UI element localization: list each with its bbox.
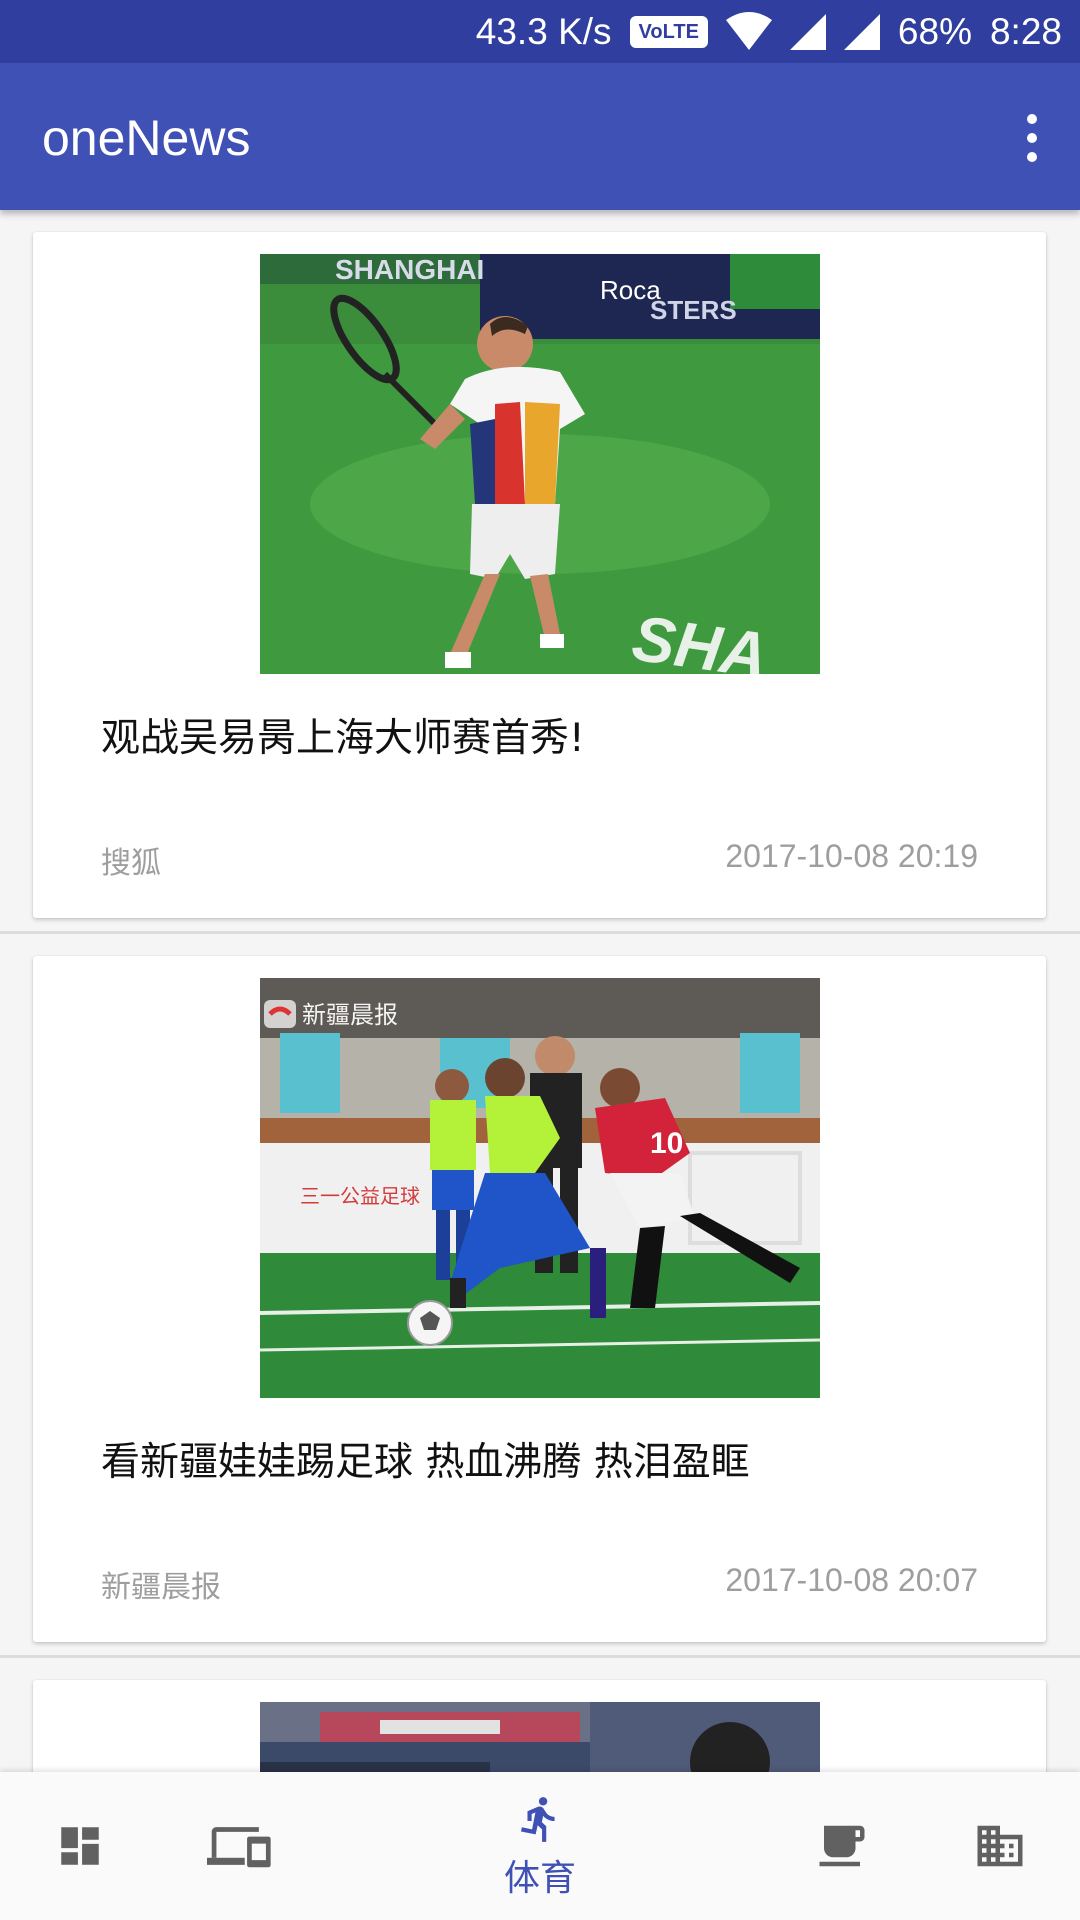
run-icon	[521, 1797, 555, 1842]
divider	[0, 1655, 1080, 1658]
business-icon	[977, 1825, 1023, 1867]
clock: 8:28	[989, 10, 1062, 52]
battery-level: 68%	[897, 10, 972, 52]
signal-icon	[789, 12, 826, 52]
news-card[interactable]: SHANGHAI Roca STERS SHA 观战吴易昺上海大师赛首秀! 搜狐…	[33, 232, 1046, 918]
nav-sports[interactable]: 体育	[480, 1772, 600, 1920]
svg-text:10: 10	[650, 1127, 683, 1160]
wifi-icon	[725, 11, 772, 52]
more-vert-icon[interactable]	[1012, 103, 1052, 173]
status-bar: 43.3 K/s VoLTE 68% 8:28	[0, 0, 1080, 63]
news-title[interactable]: 看新疆娃娃踢足球 热血沸腾 热泪盈眶	[101, 1431, 750, 1487]
devices-icon	[207, 1827, 271, 1868]
image-text-banner: 三一公益足球	[300, 1184, 420, 1208]
kids-football-photo[interactable]: 三一公益足球 新疆晨报 10	[260, 978, 820, 1398]
news-card[interactable]: 三一公益足球 新疆晨报 10 看新疆娃娃踢足球 热血沸腾 热泪盈眶 新疆晨报 2…	[33, 956, 1046, 1642]
news-time: 2017-10-08 20:19	[725, 838, 978, 874]
dashboard-icon	[61, 1827, 99, 1865]
news-time: 2017-10-08 20:07	[725, 1562, 978, 1598]
nav-coffee[interactable]	[802, 1772, 882, 1920]
volte-badge: VoLTE	[629, 15, 708, 48]
nav-business[interactable]	[960, 1772, 1040, 1920]
image-text-sters: STERS	[650, 295, 737, 325]
nav-label-sports: 体育	[503, 1858, 576, 1899]
news-feed[interactable]: SHANGHAI Roca STERS SHA 观战吴易昺上海大师赛首秀! 搜狐…	[0, 210, 1080, 1772]
image-text-shanghai: SHANGHAI	[335, 254, 484, 285]
signal-icon-2	[843, 12, 880, 52]
stadium-photo[interactable]	[260, 1702, 820, 1772]
divider	[0, 931, 1080, 934]
bottom-navigation: 体育	[0, 1772, 1080, 1920]
tennis-player-photo[interactable]: SHANGHAI Roca STERS SHA	[260, 254, 820, 674]
news-card[interactable]	[33, 1680, 1046, 1772]
news-source: 新疆晨报	[101, 1570, 221, 1605]
app-bar: oneNews	[0, 63, 1080, 210]
news-title[interactable]: 观战吴易昺上海大师赛首秀!	[101, 707, 585, 763]
nav-devices[interactable]	[200, 1772, 280, 1920]
nav-dashboard[interactable]	[40, 1772, 120, 1920]
network-speed: 43.3 K/s	[475, 10, 612, 52]
image-text-watermark: 新疆晨报	[302, 1001, 398, 1029]
app-title: oneNews	[42, 110, 251, 166]
coffee-icon	[819, 1825, 865, 1867]
news-source: 搜狐	[101, 846, 161, 881]
